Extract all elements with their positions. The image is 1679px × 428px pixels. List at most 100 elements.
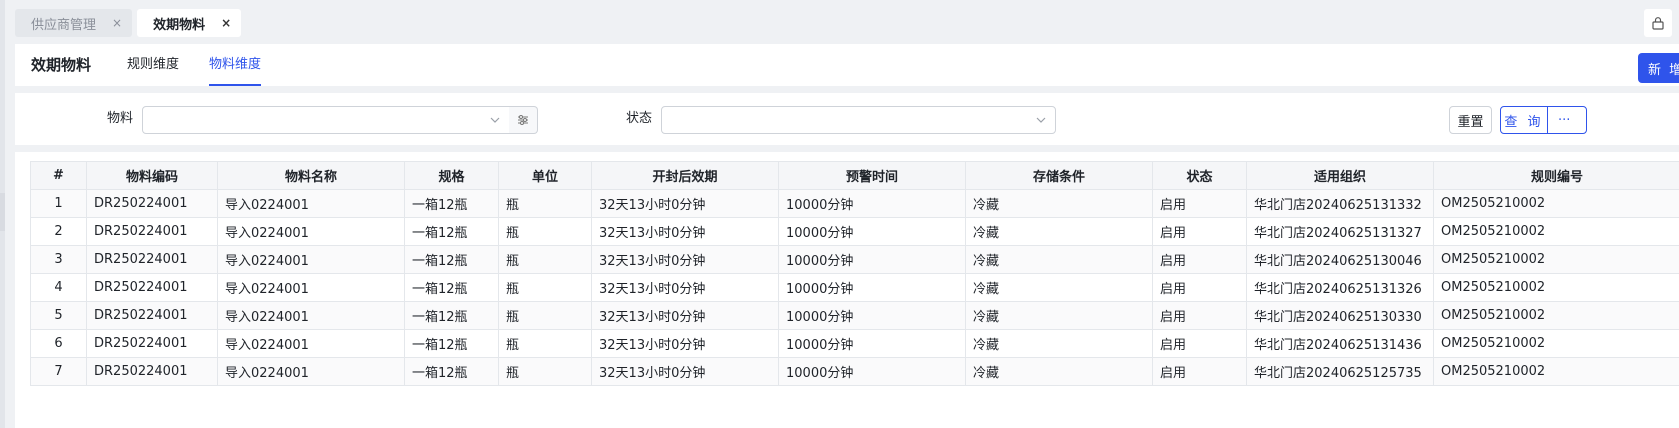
cell-status: 启用 <box>1152 189 1247 218</box>
cell-storage: 冷藏 <box>965 245 1153 274</box>
cell-material-name: 导入0224001 <box>217 301 405 330</box>
column-header-storage[interactable]: 存储条件 <box>965 161 1153 190</box>
cell-spec: 一箱12瓶 <box>404 217 499 246</box>
cell-expiry: 32天13小时0分钟 <box>591 189 779 218</box>
cell-expiry: 32天13小时0分钟 <box>591 301 779 330</box>
cell-warning: 10000分钟 <box>778 357 966 386</box>
cell-status: 启用 <box>1152 301 1247 330</box>
cell-unit: 瓶 <box>498 245 592 274</box>
cell-org: 华北门店20240625125735 <box>1246 357 1434 386</box>
cell-expiry: 32天13小时0分钟 <box>591 273 779 302</box>
reset-button[interactable]: 重置 <box>1449 106 1492 134</box>
cell-material-name: 导入0224001 <box>217 329 405 358</box>
more-button[interactable]: ··· <box>1547 106 1587 134</box>
cell-material-code: DR250224001 <box>86 273 218 302</box>
chevron-down-icon <box>1036 117 1046 123</box>
left-edge-highlight <box>0 193 5 231</box>
material-select[interactable] <box>142 106 510 134</box>
cell-unit: 瓶 <box>498 357 592 386</box>
subtab-material-dimension[interactable]: 物料维度 <box>209 44 262 86</box>
cell-unit: 瓶 <box>498 217 592 246</box>
column-header-warning-time[interactable]: 预警时间 <box>778 161 966 190</box>
tab-expiry-material[interactable]: 效期物料 × <box>137 9 242 37</box>
column-header-expiry-after-open[interactable]: 开封后效期 <box>591 161 779 190</box>
lock-icon[interactable] <box>1644 9 1672 37</box>
cell-org: 华北门店20240625131326 <box>1246 273 1434 302</box>
table-row[interactable]: 6 DR250224001 导入0224001 一箱12瓶 瓶 32天13小时0… <box>30 329 1679 358</box>
cell-material-code: DR250224001 <box>86 329 218 358</box>
table-row[interactable]: 2 DR250224001 导入0224001 一箱12瓶 瓶 32天13小时0… <box>30 217 1679 246</box>
tab-bar: 供应商管理 × 效期物料 × <box>15 9 242 37</box>
page-title: 效期物料 <box>31 56 92 74</box>
cell-index: 2 <box>30 217 87 246</box>
header-panel: 效期物料 规则维度 物料维度 新 增 <box>15 44 1679 86</box>
material-label: 物料 <box>107 111 134 126</box>
cell-rule-no: OM2505210002 <box>1433 329 1679 358</box>
close-icon[interactable]: × <box>221 16 231 30</box>
cell-org: 华北门店20240625130330 <box>1246 301 1434 330</box>
cell-index: 6 <box>30 329 87 358</box>
cell-expiry: 32天13小时0分钟 <box>591 217 779 246</box>
cell-material-code: DR250224001 <box>86 245 218 274</box>
cell-material-name: 导入0224001 <box>217 189 405 218</box>
cell-status: 启用 <box>1152 217 1247 246</box>
cell-status: 启用 <box>1152 329 1247 358</box>
cell-spec: 一箱12瓶 <box>404 357 499 386</box>
cell-material-code: DR250224001 <box>86 357 218 386</box>
column-header-material-code[interactable]: 物料编码 <box>86 161 218 190</box>
table-row[interactable]: 1 DR250224001 导入0224001 一箱12瓶 瓶 32天13小时0… <box>30 189 1679 218</box>
sliders-icon <box>518 115 528 125</box>
cell-expiry: 32天13小时0分钟 <box>591 357 779 386</box>
cell-unit: 瓶 <box>498 273 592 302</box>
table-header-row: # 物料编码 物料名称 规格 单位 开封后效期 预警时间 存储条件 状态 适用组… <box>30 161 1679 190</box>
cell-material-name: 导入0224001 <box>217 245 405 274</box>
cell-rule-no: OM2505210002 <box>1433 357 1679 386</box>
subtab-rule-dimension[interactable]: 规则维度 <box>127 44 179 86</box>
column-header-unit[interactable]: 单位 <box>498 161 592 190</box>
status-select[interactable] <box>661 106 1056 134</box>
cell-spec: 一箱12瓶 <box>404 273 499 302</box>
query-button[interactable]: 查 询 <box>1500 106 1548 134</box>
cell-unit: 瓶 <box>498 329 592 358</box>
table-row[interactable]: 4 DR250224001 导入0224001 一箱12瓶 瓶 32天13小时0… <box>30 273 1679 302</box>
column-header-index[interactable]: # <box>30 161 87 190</box>
table-panel: # 物料编码 物料名称 规格 单位 开封后效期 预警时间 存储条件 状态 适用组… <box>15 152 1679 428</box>
cell-status: 启用 <box>1152 245 1247 274</box>
cell-status: 启用 <box>1152 273 1247 302</box>
cell-warning: 10000分钟 <box>778 301 966 330</box>
close-icon[interactable]: × <box>112 16 122 30</box>
add-button[interactable]: 新 增 <box>1638 53 1679 83</box>
cell-warning: 10000分钟 <box>778 273 966 302</box>
cell-storage: 冷藏 <box>965 217 1153 246</box>
cell-storage: 冷藏 <box>965 189 1153 218</box>
cell-index: 5 <box>30 301 87 330</box>
cell-org: 华北门店20240625131327 <box>1246 217 1434 246</box>
tab-supplier-management[interactable]: 供应商管理 × <box>15 9 133 37</box>
status-label: 状态 <box>626 111 653 126</box>
cell-rule-no: OM2505210002 <box>1433 273 1679 302</box>
cell-index: 3 <box>30 245 87 274</box>
cell-index: 1 <box>30 189 87 218</box>
table-row[interactable]: 5 DR250224001 导入0224001 一箱12瓶 瓶 32天13小时0… <box>30 301 1679 330</box>
cell-rule-no: OM2505210002 <box>1433 301 1679 330</box>
cell-rule-no: OM2505210002 <box>1433 245 1679 274</box>
cell-unit: 瓶 <box>498 301 592 330</box>
column-header-org[interactable]: 适用组织 <box>1246 161 1434 190</box>
cell-storage: 冷藏 <box>965 329 1153 358</box>
cell-storage: 冷藏 <box>965 357 1153 386</box>
cell-material-name: 导入0224001 <box>217 273 405 302</box>
column-header-rule-no[interactable]: 规则编号 <box>1433 161 1679 190</box>
column-header-material-name[interactable]: 物料名称 <box>217 161 405 190</box>
cell-material-code: DR250224001 <box>86 189 218 218</box>
cell-rule-no: OM2505210002 <box>1433 189 1679 218</box>
column-header-status[interactable]: 状态 <box>1152 161 1247 190</box>
table-row[interactable]: 3 DR250224001 导入0224001 一箱12瓶 瓶 32天13小时0… <box>30 245 1679 274</box>
column-header-spec[interactable]: 规格 <box>404 161 499 190</box>
left-edge-strip <box>0 0 5 428</box>
cell-index: 7 <box>30 357 87 386</box>
table-row[interactable]: 7 DR250224001 导入0224001 一箱12瓶 瓶 32天13小时0… <box>30 357 1679 386</box>
cell-expiry: 32天13小时0分钟 <box>591 329 779 358</box>
chevron-down-icon <box>490 117 500 123</box>
cell-status: 启用 <box>1152 357 1247 386</box>
material-filter-button[interactable] <box>509 106 538 134</box>
